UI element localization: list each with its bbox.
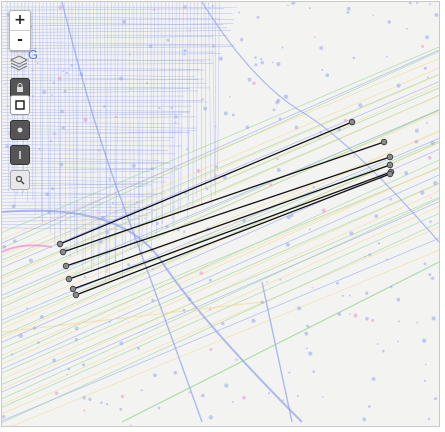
track-node[interactable] <box>348 118 356 126</box>
track-line[interactable] <box>68 164 391 280</box>
map-view[interactable]: + - G <box>1 1 440 427</box>
city-label: G <box>28 47 40 62</box>
line-tool-icon[interactable] <box>10 145 30 165</box>
track-line[interactable] <box>72 171 392 290</box>
track-node[interactable] <box>65 275 73 283</box>
zoom-out-button[interactable]: - <box>10 30 30 50</box>
track-node[interactable] <box>72 291 80 299</box>
track-node[interactable] <box>380 138 388 146</box>
magnifier-icon[interactable] <box>10 170 30 190</box>
zoom-in-button[interactable]: + <box>10 11 30 30</box>
track-node[interactable] <box>56 240 64 248</box>
track-node[interactable] <box>59 248 67 256</box>
map-canvas[interactable] <box>2 2 439 426</box>
zoom-control: + - <box>9 10 31 51</box>
track-node[interactable] <box>62 262 70 270</box>
rectangle-select-icon[interactable] <box>10 95 30 115</box>
track-node[interactable] <box>386 153 394 161</box>
track-node[interactable] <box>386 170 394 178</box>
track-node[interactable] <box>386 161 394 169</box>
point-tool-icon[interactable] <box>10 120 30 140</box>
track-node[interactable] <box>69 285 77 293</box>
layers-icon[interactable] <box>9 54 29 72</box>
